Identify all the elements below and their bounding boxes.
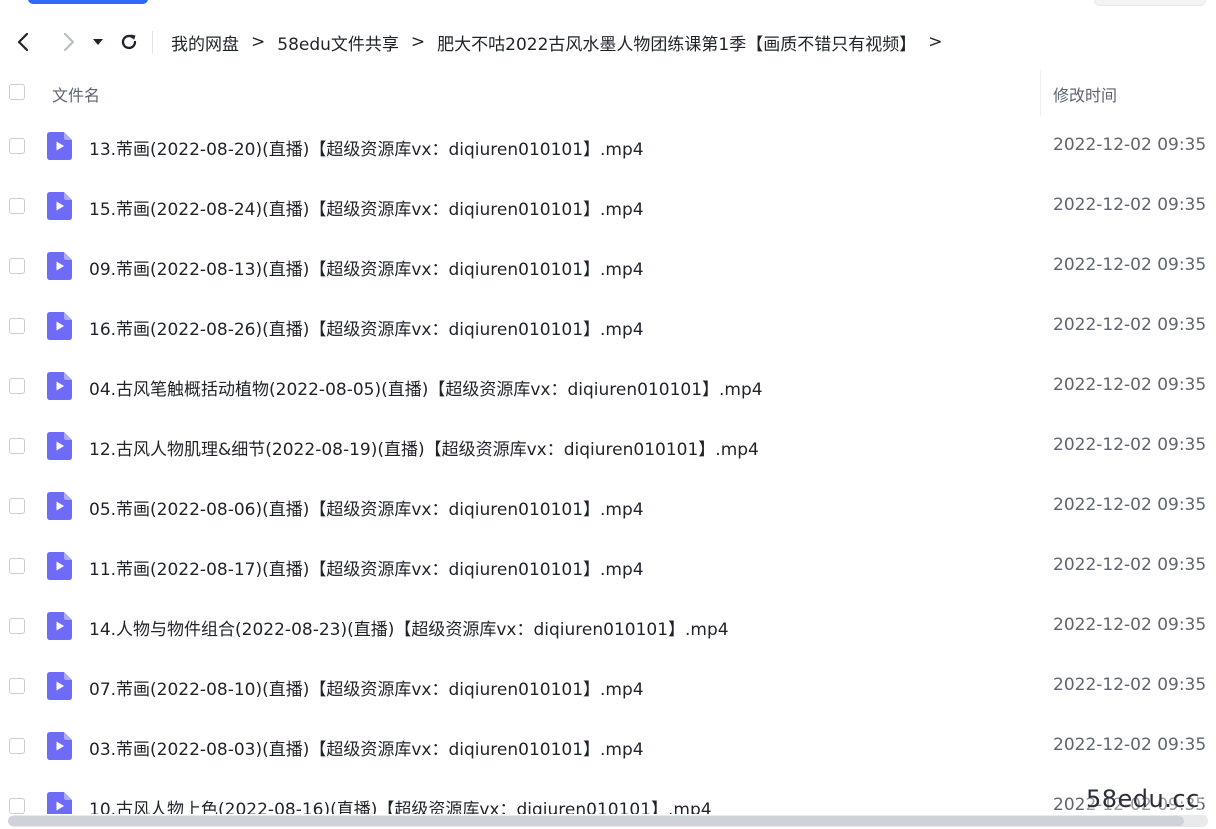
back-button[interactable] [10,29,36,55]
video-file-icon [47,372,72,400]
file-row[interactable]: 04.古风笔触概括动植物(2022-08-05)(直播)【超级资源库vx：diq… [0,356,1216,416]
file-row[interactable]: 09.芾画(2022-08-13)(直播)【超级资源库vx：diqiuren01… [0,236,1216,296]
file-row[interactable]: 11.芾画(2022-08-17)(直播)【超级资源库vx：diqiuren01… [0,536,1216,596]
nav-divider [152,31,153,53]
refresh-icon [121,34,137,50]
file-name[interactable]: 09.芾画(2022-08-13)(直播)【超级资源库vx：diqiuren01… [89,255,644,280]
file-modified-time: 2022-12-02 09:35 [1053,255,1207,275]
file-modified-time: 2022-12-02 09:35 [1053,675,1207,695]
file-modified-time: 2022-12-02 09:35 [1053,495,1207,515]
refresh-button[interactable] [116,29,142,55]
file-name[interactable]: 04.古风笔触概括动植物(2022-08-05)(直播)【超级资源库vx：diq… [89,375,763,400]
file-row[interactable]: 14.人物与物件组合(2022-08-23)(直播)【超级资源库vx：diqiu… [0,596,1216,656]
breadcrumb-item-share-folder[interactable]: 58edu文件共享 [277,30,399,55]
column-header-name[interactable]: 文件名 [52,82,100,106]
row-checkbox[interactable] [9,318,25,334]
video-file-icon [47,612,72,640]
breadcrumb-item-my-disk[interactable]: 我的网盘 [171,30,239,55]
file-name[interactable]: 11.芾画(2022-08-17)(直播)【超级资源库vx：diqiuren01… [89,555,644,580]
breadcrumb: 我的网盘 > 58edu文件共享 > 肥大不咕2022古风水墨人物团练课第1季【… [171,30,955,55]
history-dropdown-button[interactable] [90,29,106,55]
row-checkbox[interactable] [9,198,25,214]
file-modified-time: 2022-12-02 09:35 [1053,375,1207,395]
file-modified-time: 2022-12-02 09:35 [1053,555,1207,575]
caret-down-icon [93,39,103,45]
file-name[interactable]: 14.人物与物件组合(2022-08-23)(直播)【超级资源库vx：diqiu… [89,615,729,640]
file-name[interactable]: 12.古风人物肌理&细节(2022-08-19)(直播)【超级资源库vx：diq… [89,435,759,460]
row-checkbox[interactable] [9,258,25,274]
video-file-icon [47,192,72,220]
video-file-icon [47,672,72,700]
breadcrumb-item-current-folder[interactable]: 肥大不咕2022古风水墨人物团练课第1季【画质不错只有视频】 [437,30,916,55]
column-resize-handle[interactable] [1040,70,1041,116]
breadcrumb-separator[interactable]: > [928,32,942,52]
row-checkbox[interactable] [9,378,25,394]
video-file-icon [47,732,72,760]
file-name[interactable]: 16.芾画(2022-08-26)(直播)【超级资源库vx：diqiuren01… [89,315,644,340]
select-all-checkbox[interactable] [9,84,25,100]
file-row[interactable]: 10.古风人物上色(2022-08-16)(直播)【超级资源库vx：diqiur… [0,776,1216,814]
file-row[interactable]: 03.芾画(2022-08-03)(直播)【超级资源库vx：diqiuren01… [0,716,1216,776]
file-name[interactable]: 03.芾画(2022-08-03)(直播)【超级资源库vx：diqiuren01… [89,735,644,760]
file-row[interactable]: 07.芾画(2022-08-10)(直播)【超级资源库vx：diqiuren01… [0,656,1216,716]
file-row[interactable]: 16.芾画(2022-08-26)(直播)【超级资源库vx：diqiuren01… [0,296,1216,356]
chevron-left-icon [17,32,29,52]
watermark: 58edu.cc [1084,785,1202,813]
video-file-icon [47,792,72,814]
row-checkbox[interactable] [9,738,25,754]
file-row[interactable]: 15.芾画(2022-08-24)(直播)【超级资源库vx：diqiuren01… [0,176,1216,236]
file-modified-time: 2022-12-02 09:35 [1053,315,1207,335]
file-name[interactable]: 13.芾画(2022-08-20)(直播)【超级资源库vx：diqiuren01… [89,135,644,160]
breadcrumb-separator: > [251,32,266,52]
column-header-time[interactable]: 修改时间 [1053,82,1117,106]
video-file-icon [47,432,72,460]
row-checkbox[interactable] [9,558,25,574]
file-modified-time: 2022-12-02 09:35 [1053,195,1207,215]
file-name[interactable]: 07.芾画(2022-08-10)(直播)【超级资源库vx：diqiuren01… [89,675,644,700]
row-checkbox[interactable] [9,678,25,694]
breadcrumb-separator: > [410,32,426,52]
table-header: 文件名 修改时间 [0,70,1216,116]
row-checkbox[interactable] [9,798,25,814]
file-modified-time: 2022-12-02 09:35 [1053,135,1207,155]
video-file-icon [47,552,72,580]
navigation-bar: 我的网盘 > 58edu文件共享 > 肥大不咕2022古风水墨人物团练课第1季【… [0,22,1216,62]
video-file-icon [47,312,72,340]
forward-button[interactable] [56,29,82,55]
scrollbar-thumb[interactable] [8,816,1184,826]
top-accent-strip [28,0,148,4]
video-file-icon [47,252,72,280]
horizontal-scrollbar[interactable] [8,815,1208,827]
video-file-icon [47,132,72,160]
file-name[interactable]: 15.芾画(2022-08-24)(直播)【超级资源库vx：diqiuren01… [89,195,644,220]
file-row[interactable]: 05.芾画(2022-08-06)(直播)【超级资源库vx：diqiuren01… [0,476,1216,536]
file-name[interactable]: 05.芾画(2022-08-06)(直播)【超级资源库vx：diqiuren01… [89,495,644,520]
file-name[interactable]: 10.古风人物上色(2022-08-16)(直播)【超级资源库vx：diqiur… [89,795,712,814]
file-list: 13.芾画(2022-08-20)(直播)【超级资源库vx：diqiuren01… [0,116,1216,814]
file-row[interactable]: 13.芾画(2022-08-20)(直播)【超级资源库vx：diqiuren01… [0,116,1216,176]
top-control-pill[interactable] [1094,0,1206,6]
row-checkbox[interactable] [9,438,25,454]
row-checkbox[interactable] [9,618,25,634]
file-row[interactable]: 12.古风人物肌理&细节(2022-08-19)(直播)【超级资源库vx：diq… [0,416,1216,476]
file-browser-window: 我的网盘 > 58edu文件共享 > 肥大不咕2022古风水墨人物团练课第1季【… [0,0,1216,829]
row-checkbox[interactable] [9,498,25,514]
file-modified-time: 2022-12-02 09:35 [1053,615,1207,635]
file-modified-time: 2022-12-02 09:35 [1053,735,1207,755]
row-checkbox[interactable] [9,138,25,154]
chevron-right-icon [63,32,75,52]
file-modified-time: 2022-12-02 09:35 [1053,435,1207,455]
video-file-icon [47,492,72,520]
